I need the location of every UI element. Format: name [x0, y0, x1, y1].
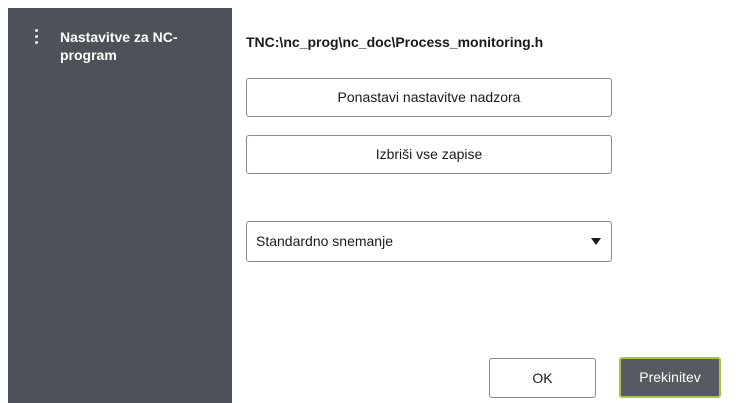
- more-vertical-icon[interactable]: [34, 28, 40, 46]
- cancel-button[interactable]: Prekinitev: [619, 357, 721, 398]
- recording-mode-value: Standardno snemanje: [256, 233, 393, 249]
- delete-all-records-button[interactable]: Izbriši vse zapise: [246, 135, 612, 174]
- recording-mode-select[interactable]: Standardno snemanje: [246, 221, 612, 262]
- caret-down-icon: [591, 238, 601, 245]
- sidebar: Nastavitve za NC-program: [8, 8, 232, 403]
- settings-dialog: Nastavitve za NC-program TNC:\nc_prog\nc…: [0, 0, 738, 403]
- file-path-title: TNC:\nc_prog\nc_doc\Process_monitoring.h: [246, 34, 544, 50]
- sidebar-title: Nastavitve za NC-program: [60, 29, 178, 63]
- reset-monitoring-settings-button[interactable]: Ponastavi nastavitve nadzora: [246, 78, 612, 117]
- main-panel: TNC:\nc_prog\nc_doc\Process_monitoring.h…: [232, 8, 738, 403]
- ok-button[interactable]: OK: [489, 358, 596, 398]
